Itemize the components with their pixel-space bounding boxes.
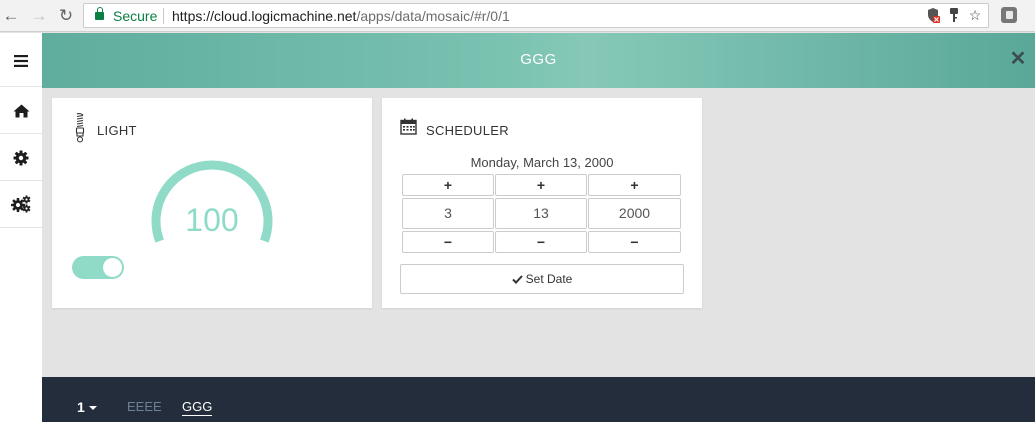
lock-icon [95,7,104,20]
year-minus-button[interactable]: − [588,231,681,253]
browser-toolbar: ← → ↻ Secure https://cloud.logicmachine.… [0,0,1035,32]
star-icon[interactable]: ☆ [968,7,982,24]
sidebar [0,33,42,422]
footer-tab-ggg[interactable]: GGG [182,399,213,416]
scheduler-widget: SCHEDULER Monday, March 13, 2000 + + + 3… [382,98,702,308]
home-icon [13,104,29,117]
forward-icon[interactable]: → [28,5,50,27]
home-button[interactable] [0,86,42,134]
url-path: /apps/data/mosaic/#r/0/1 [356,8,510,24]
url-host: https://cloud.logicmachine.net [172,8,357,24]
day-field[interactable]: 13 [495,198,587,229]
page-selector[interactable]: 1 [77,399,97,415]
toggle-knob [103,258,122,277]
scheduler-title: SCHEDULER [426,123,509,138]
menu-icon [14,55,28,67]
advanced-settings-button[interactable] [0,180,42,228]
blocked-icon[interactable] [926,7,940,24]
light-widget: LIGHT 100 [52,98,372,308]
year-field[interactable]: 2000 [588,198,681,229]
month-plus-button[interactable]: + [402,174,494,196]
reload-icon[interactable]: ↻ [55,5,77,27]
page-header: GGG ✕ [42,33,1035,88]
set-date-button[interactable]: Set Date [400,264,684,294]
page-selector-label: 1 [77,399,85,415]
back-icon[interactable]: ← [0,5,22,27]
set-date-label: Set Date [525,272,573,286]
year-plus-button[interactable]: + [588,174,681,196]
light-title: LIGHT [97,123,137,138]
footer-tab-eeee[interactable]: EEEE [127,399,162,414]
url-text[interactable]: https://cloud.logicmachine.net/apps/data… [172,8,510,24]
dimmer-value: 100 [185,202,239,238]
page-title: GGG [520,51,557,68]
extension-icon[interactable] [1001,7,1017,23]
settings-button[interactable] [0,133,42,181]
close-icon[interactable]: ✕ [1009,49,1027,69]
key-icon[interactable] [947,7,961,24]
month-field[interactable]: 3 [402,198,494,229]
page-footer: 1 EEEE GGG [42,377,1035,422]
light-toggle[interactable] [72,256,124,279]
secure-label: Secure [113,8,158,24]
day-minus-button[interactable]: − [495,231,587,253]
check-icon [511,275,523,284]
bulb-icon [75,113,85,143]
address-bar[interactable]: Secure https://cloud.logicmachine.net/ap… [83,3,989,28]
month-minus-button[interactable]: − [402,231,494,253]
gears-icon [11,195,31,213]
calendar-icon [400,118,417,135]
gear-icon [13,150,29,165]
url-separator [163,8,164,24]
day-plus-button[interactable]: + [495,174,587,196]
scheduler-date: Monday, March 13, 2000 [470,155,614,170]
menu-button[interactable] [0,37,42,85]
caret-down-icon [88,406,97,411]
